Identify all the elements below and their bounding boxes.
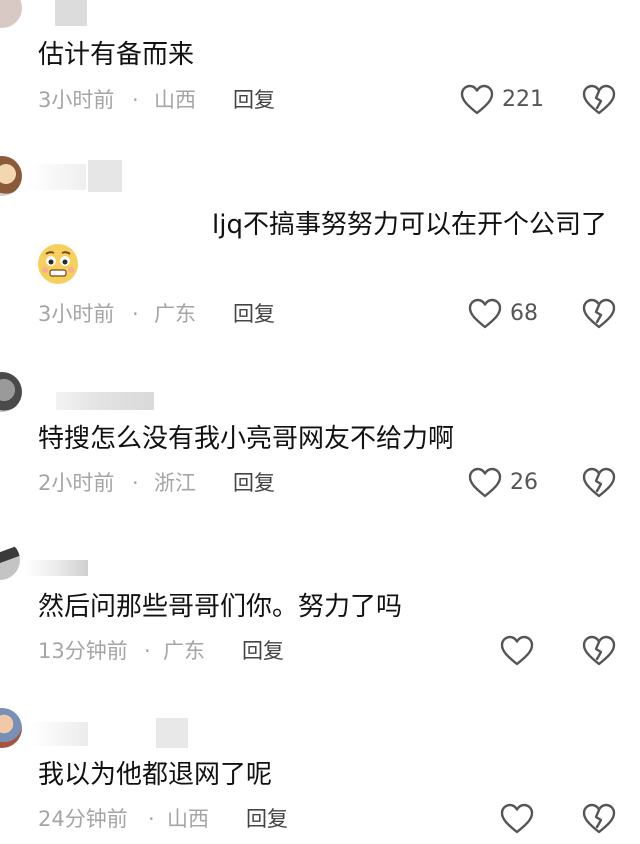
username-blurred[interactable] bbox=[156, 718, 188, 748]
meta-dot: · bbox=[132, 88, 139, 112]
broken-heart-icon bbox=[582, 84, 616, 115]
meta-dot: · bbox=[148, 807, 155, 831]
heart-outline-icon bbox=[468, 467, 502, 498]
comment-time: 13分钟前 bbox=[38, 639, 128, 663]
dislike-button[interactable] bbox=[582, 803, 616, 839]
username-blurred[interactable] bbox=[24, 560, 88, 576]
username-blurred[interactable] bbox=[55, 0, 87, 26]
comment-time: 3小时前 bbox=[38, 88, 115, 112]
comment-location: 山西 bbox=[154, 88, 196, 112]
avatar[interactable] bbox=[0, 156, 22, 196]
like-button[interactable]: 68 bbox=[468, 298, 538, 330]
username-blurred[interactable] bbox=[30, 722, 88, 746]
broken-heart-icon bbox=[582, 298, 616, 329]
like-button[interactable]: 221 bbox=[460, 84, 544, 116]
meta-dot: · bbox=[132, 471, 139, 495]
comment-text: 估计有备而来 bbox=[38, 40, 195, 70]
reply-button[interactable]: 回复 bbox=[233, 300, 275, 328]
comment-time: 3小时前 bbox=[38, 302, 115, 326]
meta-dot: · bbox=[132, 302, 139, 326]
comment-text: 然后问那些哥哥们你。努力了吗 bbox=[38, 592, 403, 622]
dislike-button[interactable] bbox=[582, 298, 616, 334]
like-button[interactable] bbox=[500, 803, 534, 835]
comment-text: 特搜怎么没有我小亮哥网友不给力啊 bbox=[38, 424, 455, 454]
username-blurred[interactable] bbox=[88, 160, 122, 192]
avatar[interactable] bbox=[0, 372, 22, 412]
heart-outline-icon bbox=[500, 635, 534, 666]
comment-text: 我以为他都退网了呢 bbox=[38, 760, 273, 790]
comment-text: ljq不搞事努努力可以在开个公司了 bbox=[212, 210, 607, 240]
broken-heart-icon bbox=[582, 467, 616, 498]
broken-heart-icon bbox=[582, 635, 616, 666]
like-count: 26 bbox=[510, 470, 538, 495]
reply-button[interactable]: 回复 bbox=[246, 805, 288, 833]
username-blurred[interactable] bbox=[56, 392, 154, 410]
avatar[interactable] bbox=[0, 540, 20, 580]
comment-location: 广东 bbox=[154, 302, 196, 326]
like-count: 68 bbox=[510, 301, 538, 326]
worried-face-emoji bbox=[38, 244, 78, 284]
broken-heart-icon bbox=[582, 803, 616, 834]
heart-outline-icon bbox=[460, 84, 494, 115]
reply-button[interactable]: 回复 bbox=[233, 469, 275, 497]
username-blurred[interactable] bbox=[28, 164, 86, 190]
dislike-button[interactable] bbox=[582, 84, 616, 120]
comment-location: 山西 bbox=[167, 807, 209, 831]
dislike-button[interactable] bbox=[582, 467, 616, 503]
reply-button[interactable]: 回复 bbox=[233, 86, 275, 114]
dislike-button[interactable] bbox=[582, 635, 616, 671]
reply-button[interactable]: 回复 bbox=[242, 637, 284, 665]
like-button[interactable] bbox=[500, 635, 534, 667]
comment-location: 浙江 bbox=[154, 471, 196, 495]
like-count: 221 bbox=[502, 87, 544, 112]
meta-dot: · bbox=[144, 639, 151, 663]
heart-outline-icon bbox=[500, 803, 534, 834]
avatar[interactable] bbox=[0, 0, 22, 28]
heart-outline-icon bbox=[468, 298, 502, 329]
comment-time: 24分钟前 bbox=[38, 807, 128, 831]
avatar[interactable] bbox=[0, 708, 22, 748]
comment-location: 广东 bbox=[163, 639, 205, 663]
comment-time: 2小时前 bbox=[38, 471, 115, 495]
like-button[interactable]: 26 bbox=[468, 467, 538, 499]
